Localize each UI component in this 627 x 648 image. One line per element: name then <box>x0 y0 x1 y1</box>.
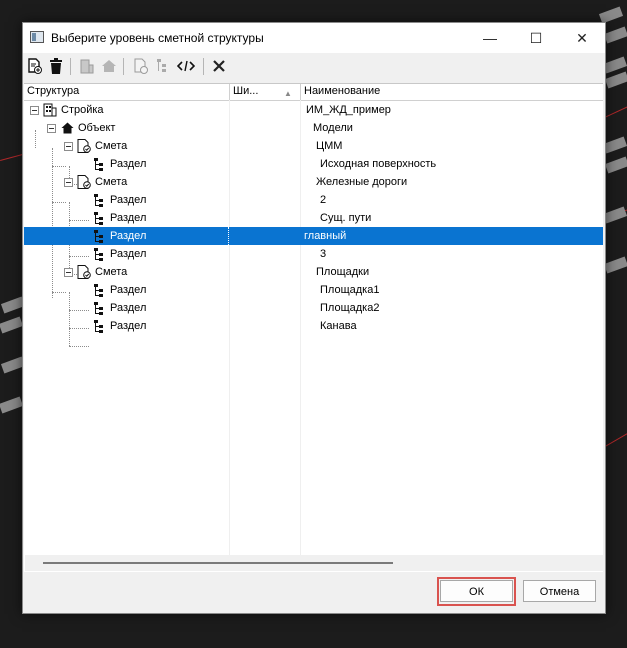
section-icon[interactable] <box>152 56 172 76</box>
name-cell: Канава <box>320 320 357 332</box>
estimate-icon[interactable] <box>130 56 150 76</box>
tree-label: Объект <box>78 122 116 134</box>
select-estimate-level-dialog: Выберите уровень сметной структуры — ☐ ✕ <box>22 22 606 614</box>
name-cell: Площадка2 <box>320 302 380 314</box>
tree-label: Смета <box>95 176 128 188</box>
section-icon <box>92 247 106 261</box>
name-cell: Площадка1 <box>320 284 380 296</box>
building-icon[interactable] <box>77 56 97 76</box>
estimate-icon <box>77 265 91 279</box>
tree-row-object[interactable]: Объект Модели <box>24 119 603 137</box>
tree-row-estimate[interactable]: Смета Железные дороги <box>24 173 603 191</box>
tree-row-section[interactable]: Раздел Площадка1 <box>24 281 603 299</box>
section-icon <box>92 211 106 225</box>
toolbar <box>23 53 605 81</box>
sort-arrow-icon: ▲ <box>284 89 292 98</box>
tree-label: Раздел <box>110 230 147 242</box>
tree-row-building[interactable]: Стройка ИМ_ЖД_пример <box>24 101 603 119</box>
window-title: Выберите уровень сметной структуры <box>51 31 264 45</box>
tree-row-section-selected[interactable]: Раздел главный <box>24 227 603 245</box>
column-width-label: Ши... <box>233 85 259 97</box>
tree-row-section[interactable]: Раздел 2 <box>24 191 603 209</box>
name-cell: главный <box>304 230 347 242</box>
tree-row-estimate[interactable]: Смета Площадки <box>24 263 603 281</box>
trash-icon[interactable] <box>46 56 66 76</box>
toolbar-separator <box>123 58 124 75</box>
column-name[interactable]: Наименование <box>301 84 601 100</box>
name-cell: Исходная поверхность <box>320 158 437 170</box>
tree-label: Смета <box>95 140 128 152</box>
tree-label: Стройка <box>61 104 104 116</box>
dialog-footer: ОК Отмена <box>24 573 604 613</box>
scrollbar-thumb[interactable] <box>43 562 393 564</box>
minimize-button[interactable]: — <box>467 23 513 53</box>
collapse-toggle-icon[interactable] <box>30 105 39 115</box>
tree-label: Раздел <box>110 158 147 170</box>
column-structure[interactable]: Структура <box>24 84 229 100</box>
section-icon <box>92 319 106 333</box>
tree-row-section[interactable]: Раздел Площадка2 <box>24 299 603 317</box>
column-header-row: Структура Ши... ▲ Наименование <box>24 84 603 101</box>
toolbar-separator <box>203 58 204 75</box>
tree-label: Раздел <box>110 248 147 260</box>
focus-rect <box>228 227 230 245</box>
tree-row-section[interactable]: Раздел 3 <box>24 245 603 263</box>
tree-row-section[interactable]: Раздел Сущ. пути <box>24 209 603 227</box>
ok-button[interactable]: ОК <box>440 580 513 602</box>
tree-label: Раздел <box>110 284 147 296</box>
house-icon[interactable] <box>99 56 119 76</box>
section-icon <box>92 229 106 243</box>
horizontal-scrollbar[interactable] <box>25 555 603 571</box>
name-cell: ИМ_ЖД_пример <box>306 104 391 116</box>
house-icon <box>60 121 74 135</box>
column-width[interactable]: Ши... ▲ <box>230 84 300 100</box>
tree-label: Раздел <box>110 212 147 224</box>
section-icon <box>92 301 106 315</box>
tree-label: Смета <box>95 266 128 278</box>
collapse-toggle-icon[interactable] <box>64 177 73 187</box>
name-cell: Модели <box>313 122 353 134</box>
estimate-icon <box>77 175 91 189</box>
tree-row-section[interactable]: Раздел Исходная поверхность <box>24 155 603 173</box>
tree-label: Раздел <box>110 320 147 332</box>
collapse-toggle-icon[interactable] <box>64 267 73 277</box>
section-icon <box>92 157 106 171</box>
name-cell: 2 <box>320 194 327 206</box>
maximize-button[interactable]: ☐ <box>513 23 559 53</box>
name-cell: Железные дороги <box>316 176 408 188</box>
tree-label: Раздел <box>110 194 147 206</box>
title-bar: Выберите уровень сметной структуры — ☐ ✕ <box>23 23 605 53</box>
structure-tree-grid[interactable]: Структура Ши... ▲ Наименование Стройка И… <box>24 83 603 572</box>
close-button[interactable]: ✕ <box>559 23 605 53</box>
window-icon <box>30 31 44 43</box>
section-icon <box>92 193 106 207</box>
code-icon[interactable] <box>176 56 196 76</box>
building-icon <box>43 103 57 117</box>
cancel-button[interactable]: Отмена <box>523 580 596 602</box>
add-document-icon[interactable] <box>24 56 44 76</box>
name-cell: 3 <box>320 248 327 260</box>
toolbar-separator <box>70 58 71 75</box>
section-icon <box>92 283 106 297</box>
tree-row-section[interactable]: Раздел Канава <box>24 317 603 335</box>
collapse-toggle-icon[interactable] <box>64 141 73 151</box>
tree-label: Раздел <box>110 302 147 314</box>
delete-x-icon[interactable] <box>209 56 229 76</box>
name-cell: Сущ. пути <box>320 212 372 224</box>
estimate-icon <box>77 139 91 153</box>
tree-row-estimate[interactable]: Смета ЦММ <box>24 137 603 155</box>
name-cell: ЦММ <box>316 140 343 152</box>
name-cell: Площадки <box>316 266 370 278</box>
collapse-toggle-icon[interactable] <box>47 123 56 133</box>
